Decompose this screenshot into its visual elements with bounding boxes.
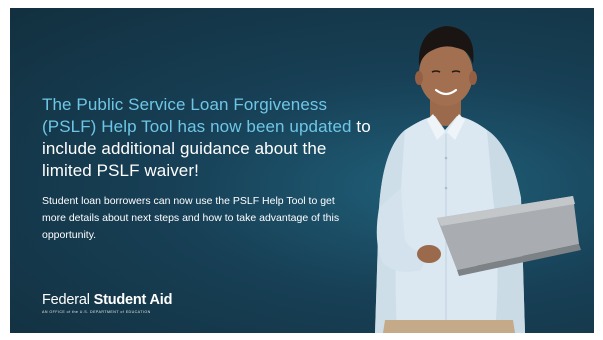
federal-student-aid-logo: Federal Student Aid AN OFFICE of the U.S… — [42, 292, 172, 314]
headline-accent: The Public Service Loan Forgiveness (PSL… — [42, 95, 352, 136]
logo-tagline: AN OFFICE of the U.S. DEPARTMENT of EDUC… — [42, 310, 151, 314]
person-with-laptop-photo — [345, 8, 594, 333]
logo-wordmark: Federal Student Aid — [42, 292, 172, 309]
headline: The Public Service Loan Forgiveness (PSL… — [42, 94, 372, 182]
promo-banner: The Public Service Loan Forgiveness (PSL… — [10, 8, 594, 333]
body-text: Student loan borrowers can now use the P… — [42, 195, 340, 241]
logo-word-student-aid: Student Aid — [93, 292, 173, 308]
logo-word-federal: Federal — [42, 292, 90, 308]
